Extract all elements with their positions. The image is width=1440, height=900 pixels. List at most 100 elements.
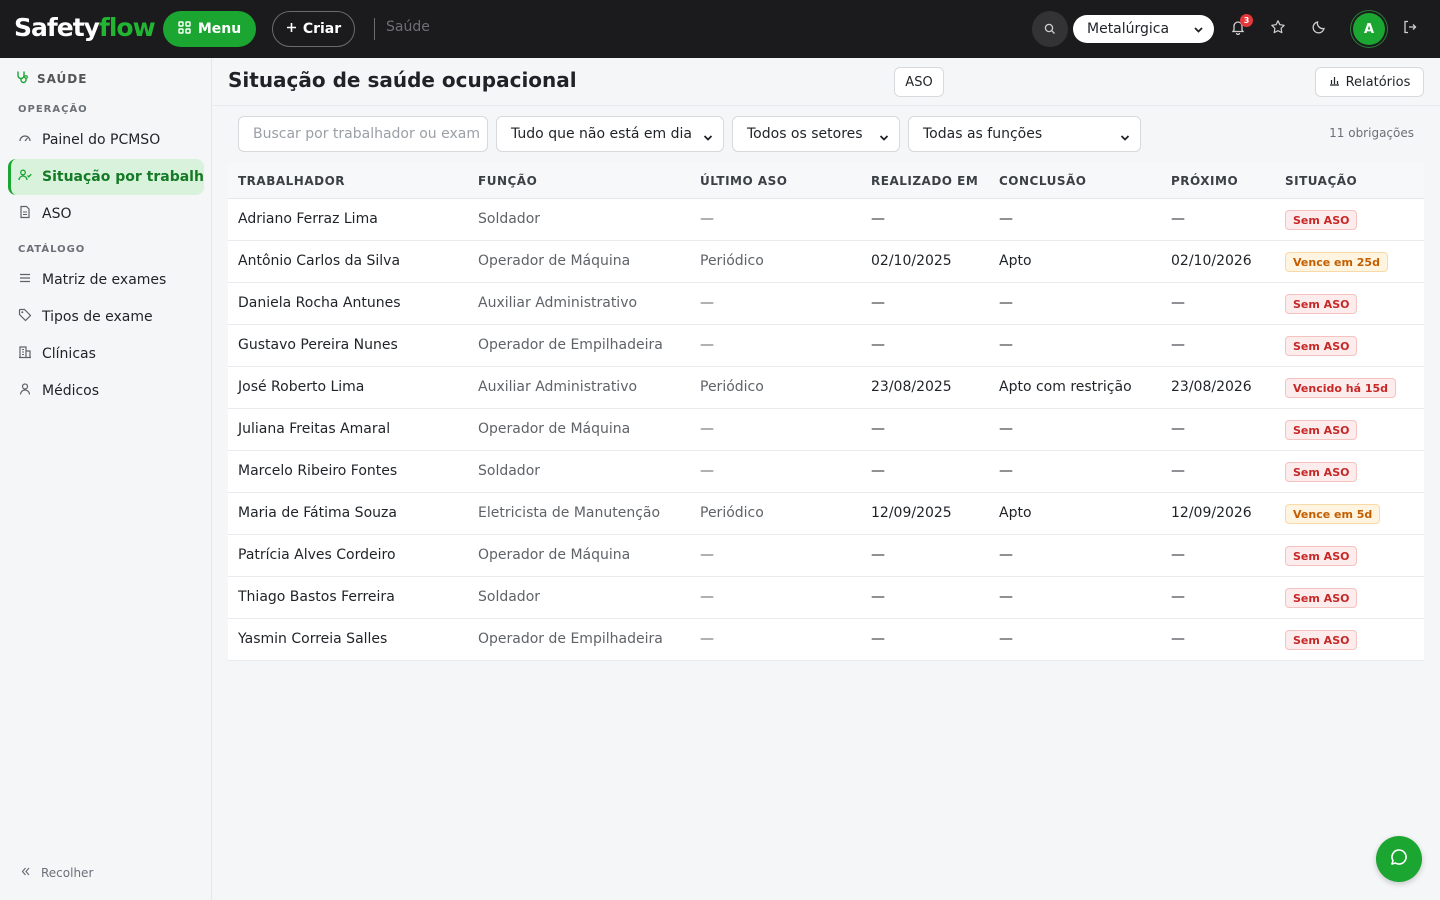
favorites-button[interactable] (1266, 17, 1290, 41)
cell-conclusion: — (999, 547, 1013, 563)
chevrons-left-icon (20, 866, 31, 880)
cell-next: — (1171, 211, 1185, 227)
breadcrumb[interactable]: Saúde (386, 19, 430, 35)
aso-button[interactable]: ASO (894, 67, 944, 97)
cell-last: Periódico (700, 379, 764, 395)
logout-icon (1402, 19, 1418, 39)
sidebar-group-catalog: CATÁLOGO (18, 244, 86, 255)
user-avatar[interactable]: A (1353, 13, 1385, 45)
chat-button[interactable] (1376, 836, 1422, 882)
cell-worker: Juliana Freitas Amaral (238, 421, 391, 437)
cell-next: 02/10/2026 (1171, 253, 1252, 269)
table-row[interactable]: Gustavo Pereira Nunes Operador de Empilha… (228, 325, 1424, 367)
cell-last: Periódico (700, 253, 764, 269)
sidebar-item-clinics[interactable]: Clínicas (8, 336, 204, 372)
column-header[interactable]: PRÓXIMO (1171, 174, 1238, 188)
column-header[interactable]: TRABALHADOR (238, 174, 345, 188)
column-header[interactable]: CONCLUSÃO (999, 174, 1086, 188)
table-body: Adriano Ferraz Lima Soldador — — — — Sem ASO An… (228, 199, 1424, 661)
logo-text-part1: Safety (14, 13, 100, 42)
table-row[interactable]: Marcelo Ribeiro Fontes Soldador — — — — Sem AS… (228, 451, 1424, 493)
sector-filter-select[interactable]: Todos os setores (732, 116, 900, 152)
table-row[interactable]: José Roberto Lima Auxiliar Administrativo… (228, 367, 1424, 409)
cell-done: — (871, 211, 885, 227)
cell-worker: Daniela Rocha Antunes (238, 295, 401, 311)
company-select-value: Metalúrgica (1087, 21, 1170, 37)
status-badge: Vencido há 15d (1285, 378, 1397, 398)
table-row[interactable]: Adriano Ferraz Lima Soldador — — — — Sem ASO (228, 199, 1424, 241)
table-row[interactable]: Maria de Fátima Souza Eletricista de Manu… (228, 493, 1424, 535)
company-select[interactable]: Metalúrgica (1073, 15, 1214, 43)
cell-last: — (700, 463, 714, 479)
cell-function: Soldador (478, 211, 541, 227)
cell-function: Auxiliar Administrativo (478, 295, 638, 311)
status-badge: Sem ASO (1285, 588, 1358, 608)
sidebar-item-label: Tipos de exame (42, 309, 153, 325)
table-header: TRABALHADOR FUNÇÃO ÚLTIMO ASO REALIZADO … (228, 162, 1424, 199)
cell-last: Periódico (700, 505, 764, 521)
create-button[interactable]: Criar (272, 11, 355, 47)
app-logo[interactable]: Safetyflow (14, 13, 156, 43)
column-header[interactable]: ÚLTIMO ASO (700, 174, 788, 188)
sidebar-item-aso[interactable]: ASO (8, 196, 204, 232)
cell-last: — (700, 337, 714, 353)
status-filter-value: Tudo que não está em dia (511, 126, 692, 142)
status-badge: Sem ASO (1285, 210, 1358, 230)
obligations-count: 11 obrigações (1329, 126, 1414, 140)
function-filter-value: Todas as funções (923, 126, 1043, 142)
cell-next: — (1171, 547, 1185, 563)
sidebar-item-worker-status[interactable]: Situação por trabalhador (8, 159, 204, 195)
table-row[interactable]: Thiago Bastos Ferreira Soldador — — — — Sem AS… (228, 577, 1424, 619)
cell-conclusion: — (999, 295, 1013, 311)
star-icon (1270, 19, 1286, 39)
sidebar-collapse-button[interactable]: Recolher (20, 866, 93, 880)
column-header[interactable]: FUNÇÃO (478, 174, 537, 188)
global-search-button[interactable] (1032, 11, 1068, 47)
function-filter-select[interactable]: Todas as funções (908, 116, 1141, 152)
logout-button[interactable] (1398, 17, 1422, 41)
table-row[interactable]: Daniela Rocha Antunes Auxiliar Administra… (228, 283, 1424, 325)
sidebar-item-pcmso-panel[interactable]: Painel do PCMSO (8, 122, 204, 158)
reports-button[interactable]: Relatórios (1315, 67, 1424, 97)
status-badge: Sem ASO (1285, 336, 1358, 356)
sector-filter-value: Todos os setores (747, 126, 863, 142)
table-row[interactable]: Yasmin Correia Salles Operador de Empilha… (228, 619, 1424, 661)
sidebar-item-exam-matrix[interactable]: Matriz de exames (8, 262, 204, 298)
status-filter-select[interactable]: Tudo que não está em dia (496, 116, 724, 152)
sidebar-section-label: SAÚDE (37, 71, 88, 86)
sidebar-item-doctors[interactable]: Médicos (8, 373, 204, 409)
table-row[interactable]: Antônio Carlos da Silva Operador de Máqui… (228, 241, 1424, 283)
cell-worker: Gustavo Pereira Nunes (238, 337, 398, 353)
column-header[interactable]: SITUAÇÃO (1285, 174, 1357, 188)
table-row[interactable]: Patrícia Alves Cordeiro Operador de Máqui… (228, 535, 1424, 577)
sidebar-item-label: Matriz de exames (42, 272, 167, 288)
status-badge: Vence em 25d (1285, 252, 1388, 272)
sidebar: SAÚDE OPERAÇÃO Painel do PCMSO Situação … (0, 58, 212, 900)
cell-worker: José Roberto Lima (238, 379, 365, 395)
cell-done: — (871, 337, 885, 353)
cell-function: Soldador (478, 589, 541, 605)
theme-toggle-button[interactable] (1307, 17, 1331, 41)
search-field[interactable] (238, 116, 488, 152)
sidebar-item-exam-types[interactable]: Tipos de exame (8, 299, 204, 335)
cell-worker: Yasmin Correia Salles (238, 631, 388, 647)
cell-worker: Thiago Bastos Ferreira (238, 589, 395, 605)
cell-done: — (871, 589, 885, 605)
tag-icon (18, 308, 32, 326)
sidebar-section-title: SAÚDE (15, 70, 87, 87)
chat-bubble-icon (1389, 847, 1409, 871)
table-row[interactable]: Juliana Freitas Amaral Operador de Máquin… (228, 409, 1424, 451)
sidebar-collapse-label: Recolher (41, 866, 94, 880)
cell-next: — (1171, 631, 1185, 647)
bar-chart-icon (1329, 75, 1340, 90)
menu-button[interactable]: Menu (163, 11, 256, 47)
cell-next: — (1171, 589, 1185, 605)
chevron-down-icon (1120, 131, 1130, 147)
reports-button-label: Relatórios (1345, 74, 1411, 90)
search-input[interactable] (253, 126, 487, 142)
column-header[interactable]: REALIZADO EM (871, 174, 978, 188)
status-badge: Sem ASO (1285, 420, 1358, 440)
cell-last: — (700, 589, 714, 605)
cell-last: — (700, 295, 714, 311)
cell-conclusion: Apto com restrição (999, 379, 1132, 395)
